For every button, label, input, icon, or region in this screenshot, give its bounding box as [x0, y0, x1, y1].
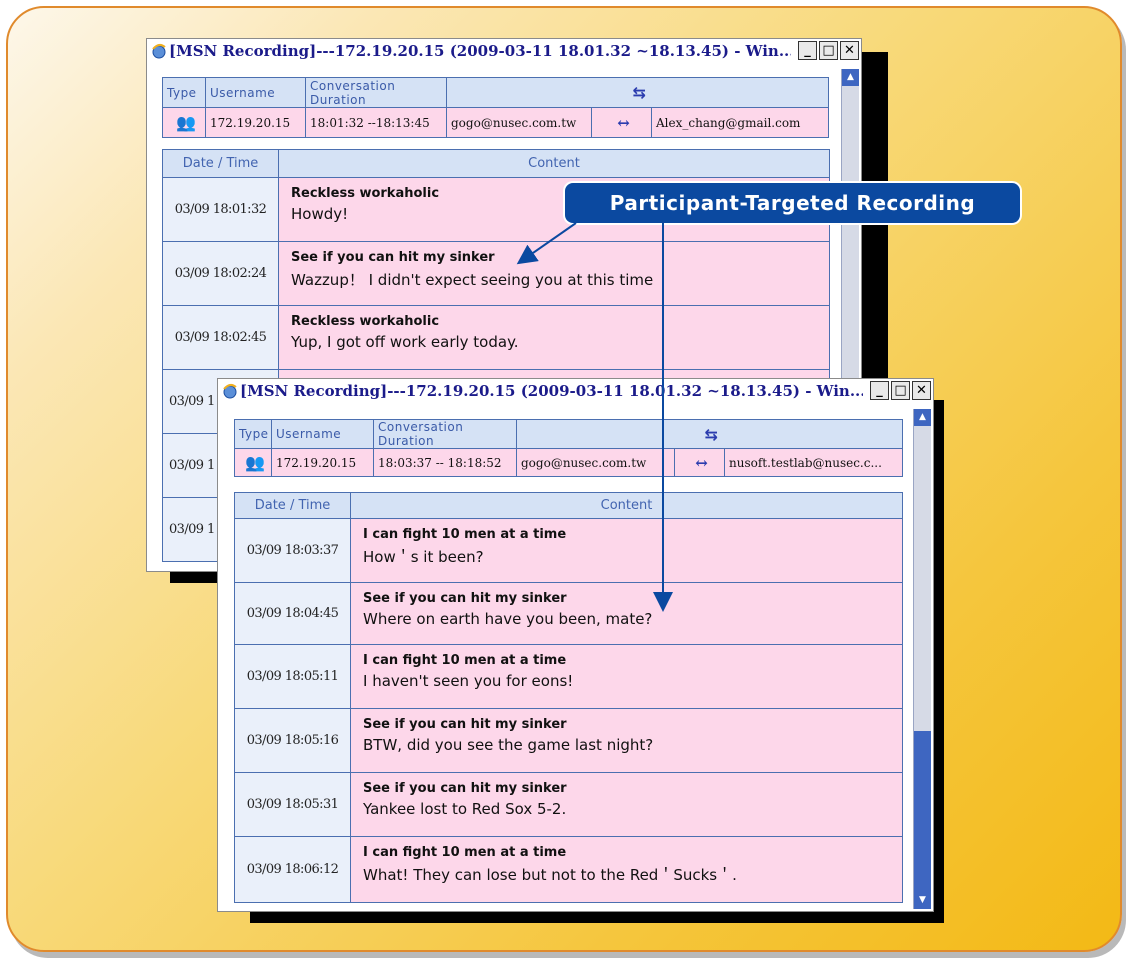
- callout-arrows: [516, 222, 673, 612]
- callout-arrow-window-1: [516, 222, 577, 265]
